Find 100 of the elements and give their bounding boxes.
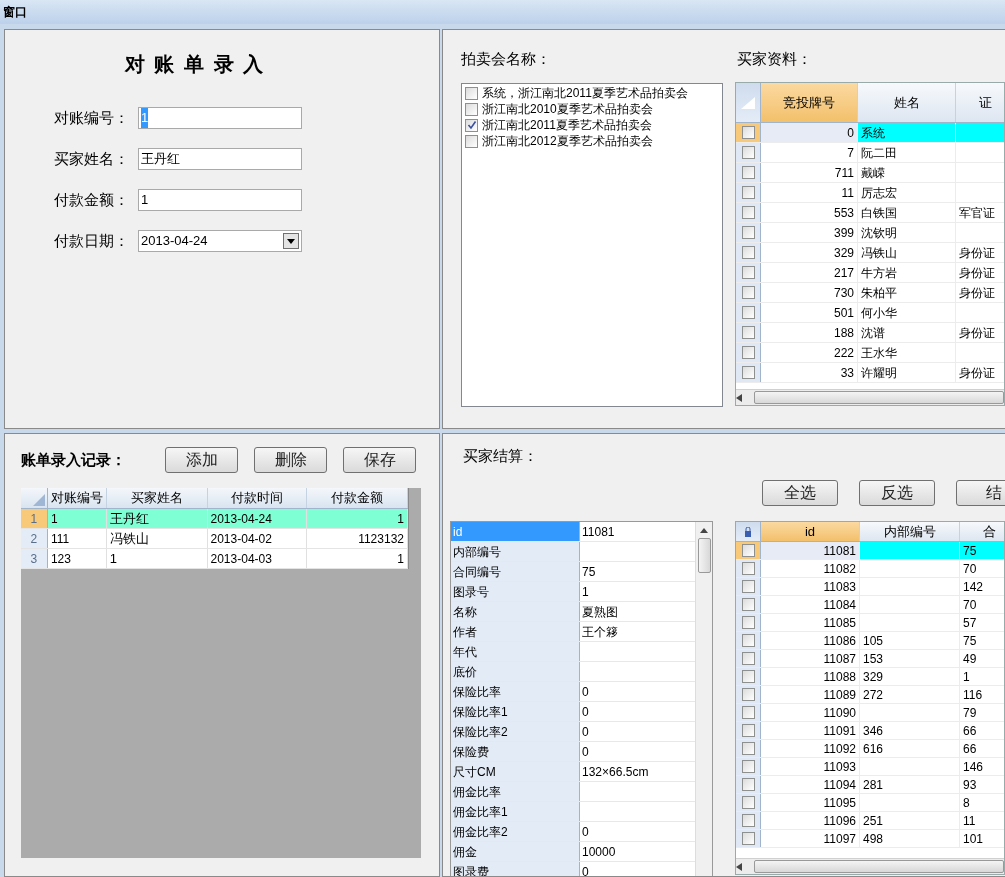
table-cell: 142 (960, 578, 1004, 595)
table-cell: 2013-04-24 (207, 509, 308, 528)
input-field[interactable]: 1 (138, 189, 302, 211)
table-cell: 2013-04-02 (207, 529, 308, 548)
column-header[interactable]: 证 (956, 83, 1004, 122)
row-number: 1 (21, 509, 48, 528)
column-header[interactable]: 内部编号 (860, 522, 960, 541)
column-header[interactable]: id (761, 522, 860, 541)
button[interactable]: 结 (956, 480, 1005, 506)
property-value: 王个簃 (581, 623, 619, 641)
property-name[interactable]: 佣金比率1 (451, 802, 580, 821)
field-label: 对账编号： (53, 107, 130, 128)
table-cell: 1 (960, 668, 1004, 685)
table-cell: 146 (960, 758, 1004, 775)
table-cell: 8 (960, 794, 1004, 811)
column-header[interactable]: 付款金额 (307, 488, 408, 508)
checklist-item[interactable]: 浙江南北2011夏季艺术品拍卖会 (482, 117, 652, 133)
button[interactable]: 删除 (254, 447, 327, 473)
property-name[interactable]: 保险费 (451, 742, 580, 761)
table-cell: 70 (960, 596, 1004, 613)
property-name[interactable]: 图录号 (451, 582, 580, 601)
input-field[interactable]: 王丹红 (138, 148, 302, 170)
table-cell: 11 (960, 812, 1004, 829)
checklist-item[interactable]: 浙江南北2012夏季艺术品拍卖会 (482, 133, 653, 149)
property-name[interactable]: 佣金 (451, 842, 580, 861)
checklist-item[interactable]: 浙江南北2010夏季艺术品拍卖会 (482, 101, 653, 117)
property-name[interactable]: 合同编号 (451, 562, 580, 581)
table-cell: 251 (860, 812, 960, 829)
row-number: 3 (21, 549, 48, 568)
property-name[interactable]: 内部编号 (451, 542, 580, 561)
property-name[interactable]: 底价 (451, 662, 580, 681)
table-cell: 许耀明 (858, 363, 956, 382)
table-cell: 11084 (761, 596, 860, 613)
table-cell: 11087 (761, 650, 860, 667)
table-cell: 0 (761, 123, 858, 142)
table-cell: 白铁国 (858, 203, 956, 222)
table-cell: 王丹红 (106, 509, 208, 528)
property-name[interactable]: 佣金比率 (451, 782, 580, 801)
row-number: 2 (21, 529, 48, 548)
table-cell: 711 (761, 163, 858, 182)
column-header[interactable]: 付款时间 (207, 488, 308, 508)
button[interactable]: 保存 (343, 447, 416, 473)
button[interactable]: 添加 (165, 447, 238, 473)
table-cell: 1123132 (307, 529, 408, 548)
property-name[interactable]: 尺寸CM (451, 762, 580, 781)
column-header[interactable]: 姓名 (858, 83, 956, 122)
table-cell: 49 (960, 650, 1004, 667)
property-name[interactable]: 保险比率 (451, 682, 580, 701)
window-title: 窗口 (3, 4, 27, 21)
date-dropdown[interactable]: 2013-04-24 (138, 230, 302, 252)
table-cell: 616 (860, 740, 960, 757)
property-name[interactable]: 保险比率2 (451, 722, 580, 741)
table-cell: 11096 (761, 812, 860, 829)
table-cell: 冯铁山 (858, 243, 956, 262)
table-cell: 188 (761, 323, 858, 342)
field-label: 付款日期： (53, 230, 130, 251)
table-cell: 101 (960, 830, 1004, 847)
table-cell: 105 (860, 632, 960, 649)
table-cell: 11086 (761, 632, 860, 649)
table-row[interactable]: 2 111 冯铁山 2013-04-02 1123132 (21, 529, 408, 549)
table-cell: 281 (860, 776, 960, 793)
table-cell: 牛方岩 (858, 263, 956, 282)
property-name[interactable]: 年代 (451, 642, 580, 661)
field-label: 买家姓名： (53, 148, 130, 169)
table-cell: 501 (761, 303, 858, 322)
checklist-item[interactable]: 系统，浙江南北2011夏季艺术品拍卖会 (482, 85, 688, 101)
table-cell: 730 (761, 283, 858, 302)
table-cell: 11091 (761, 722, 860, 739)
section-label: 账单录入记录： (21, 449, 127, 470)
column-header[interactable]: 竞投牌号 (761, 83, 858, 122)
table-cell: 222 (761, 343, 858, 362)
column-header[interactable]: 合 (960, 522, 1004, 541)
column-header[interactable]: 对账编号 (47, 488, 107, 508)
table-cell: 11093 (761, 758, 860, 775)
column-header[interactable]: 买家姓名 (106, 488, 208, 508)
property-name[interactable]: 名称 (451, 602, 580, 621)
property-name[interactable]: 作者 (451, 622, 580, 641)
property-value: 10000 (581, 843, 617, 861)
table-cell: 399 (761, 223, 858, 242)
property-value: 0 (581, 863, 590, 876)
table-cell: 75 (960, 632, 1004, 649)
property-value: 0 (581, 703, 590, 721)
table-cell: 553 (761, 203, 858, 222)
field-label: 付款金额： (53, 189, 130, 210)
button[interactable]: 反选 (859, 480, 935, 506)
property-name[interactable]: 保险比率1 (451, 702, 580, 721)
property-name[interactable]: 佣金比率2 (451, 822, 580, 841)
table-row[interactable]: 3 123 1 2013-04-03 1 (21, 549, 408, 569)
property-value: 夏熟图 (581, 603, 619, 621)
table-cell: 身份证 (956, 263, 1004, 282)
table-cell: 11094 (761, 776, 860, 793)
section-label: 买家结算： (463, 446, 539, 466)
table-cell: 身份证 (956, 243, 1004, 262)
table-cell: 11092 (761, 740, 860, 757)
table-row[interactable]: 1 1 王丹红 2013-04-24 1 (21, 509, 408, 529)
table-cell: 王水华 (858, 343, 956, 362)
table-cell: 272 (860, 686, 960, 703)
auction-checklist[interactable]: 系统，浙江南北2011夏季艺术品拍卖会 浙江南北2010夏季艺术品拍卖会 浙江南北2011夏季艺术品拍卖会 浙江南北2012夏季艺术品拍卖会 (461, 83, 723, 407)
button[interactable]: 全选 (762, 480, 838, 506)
table-cell: 11083 (761, 578, 860, 595)
